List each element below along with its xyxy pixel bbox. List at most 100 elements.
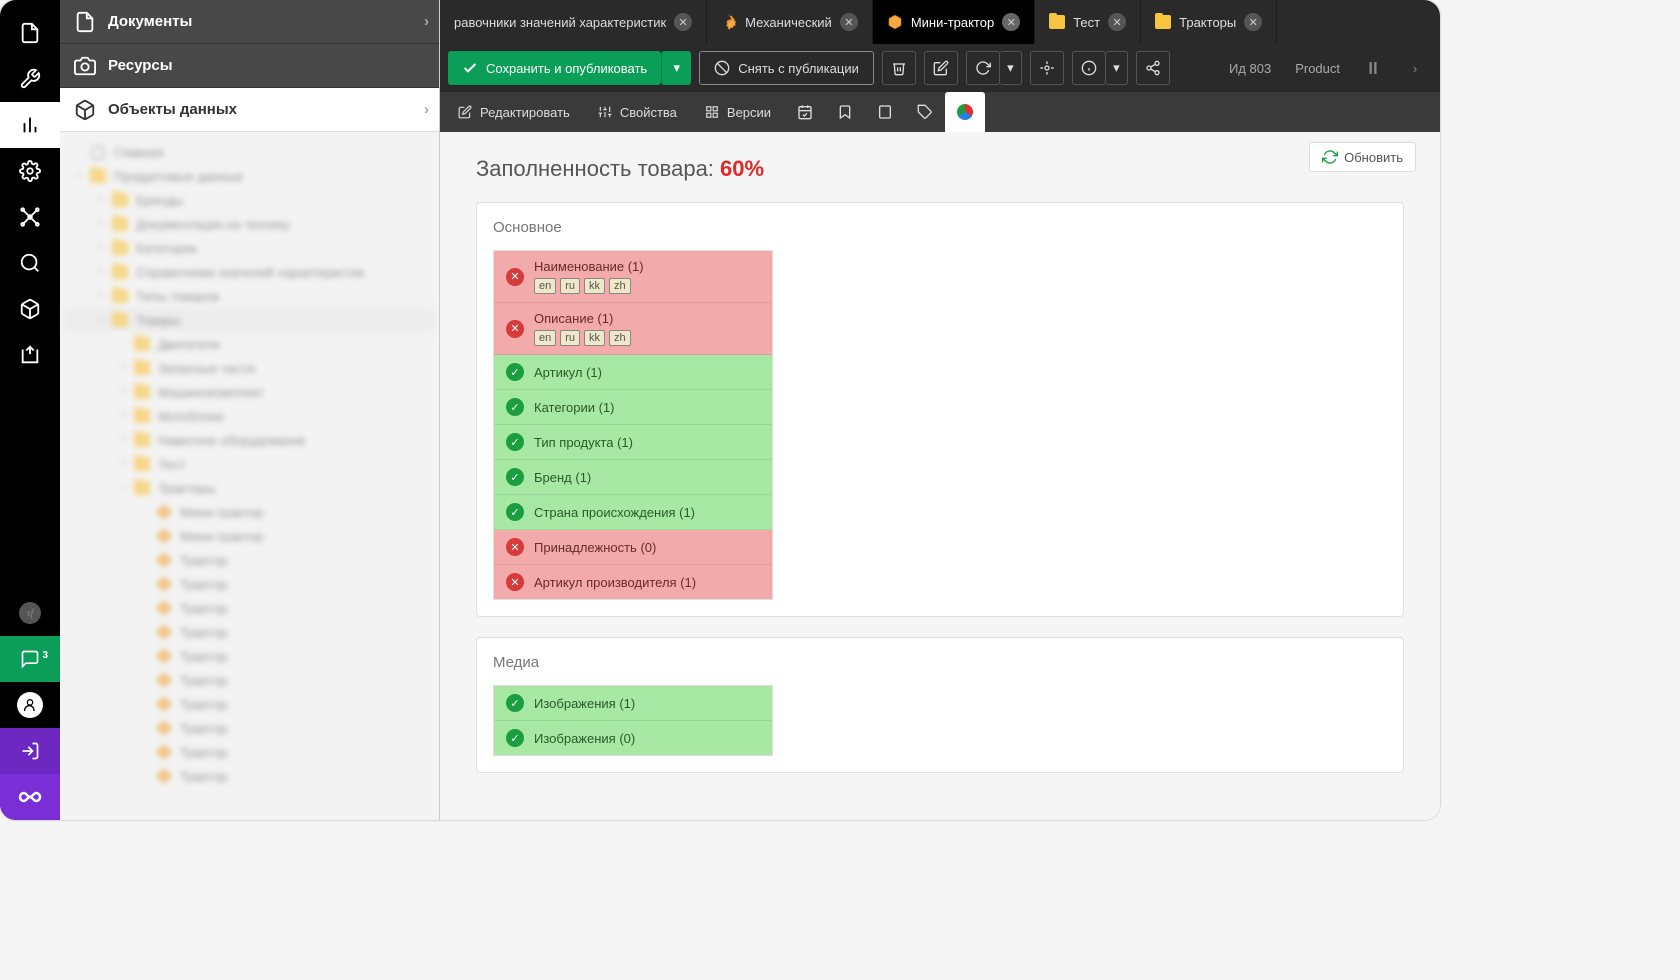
- editor-tab[interactable]: Механический✕: [707, 0, 873, 44]
- group-title: Медиа: [493, 654, 1387, 671]
- tree-node[interactable]: +Документация на технику: [64, 212, 435, 236]
- check-icon: ✓: [506, 398, 524, 416]
- wrench-icon[interactable]: [0, 56, 60, 102]
- subtab-versions[interactable]: Версии: [691, 92, 785, 132]
- editor-subtabs: Редактировать Свойства Версии: [440, 92, 1440, 132]
- subtab-bookmark[interactable]: [825, 92, 865, 132]
- save-label: Сохранить и опубликовать: [486, 61, 647, 76]
- field-row: ✓Артикул (1): [494, 355, 772, 390]
- close-icon[interactable]: ✕: [1244, 13, 1262, 31]
- completeness-title: Заполненность товара: 60%: [440, 132, 1440, 192]
- tree-node[interactable]: +Типы товаров: [64, 284, 435, 308]
- tree-node[interactable]: −Продуктовые данные: [64, 164, 435, 188]
- object-id: Ид 803: [1221, 61, 1279, 76]
- network-icon[interactable]: [0, 194, 60, 240]
- x-icon: ✕: [506, 268, 524, 286]
- tree-node[interactable]: Трактор: [64, 572, 435, 596]
- subtab-completeness[interactable]: [945, 92, 985, 132]
- save-dropdown-button[interactable]: ▾: [661, 51, 691, 85]
- editor-tab[interactable]: равочники значений характеристик✕: [440, 0, 707, 44]
- chevron-right-icon: ›: [424, 13, 429, 30]
- refresh-button[interactable]: Обновить: [1309, 142, 1416, 172]
- lang-tag: en: [534, 330, 556, 346]
- lang-tag: kk: [584, 330, 605, 346]
- x-icon: ✕: [506, 538, 524, 556]
- info-dropdown[interactable]: ▾: [1106, 51, 1128, 85]
- symfony-icon[interactable]: sf: [0, 590, 60, 636]
- rename-button[interactable]: [924, 51, 958, 85]
- subtab-edit[interactable]: Редактировать: [444, 92, 584, 132]
- check-icon: ✓: [506, 729, 524, 747]
- tree-node[interactable]: Трактор: [64, 548, 435, 572]
- tree-node[interactable]: +Бренды: [64, 188, 435, 212]
- chart-icon[interactable]: [0, 102, 60, 148]
- reload-button[interactable]: [966, 51, 1000, 85]
- tree-node[interactable]: +Категории: [64, 236, 435, 260]
- close-icon[interactable]: ✕: [1108, 13, 1126, 31]
- subtab-properties[interactable]: Свойства: [584, 92, 691, 132]
- field-row: ✓Изображения (1): [494, 686, 772, 721]
- target-button[interactable]: [1030, 51, 1064, 85]
- tree-node[interactable]: Трактор: [64, 716, 435, 740]
- editor-tab[interactable]: Тракторы✕: [1141, 0, 1277, 44]
- share-button[interactable]: [1136, 51, 1170, 85]
- tree-node[interactable]: Трактор: [64, 620, 435, 644]
- save-publish-button[interactable]: Сохранить и опубликовать: [448, 51, 661, 85]
- info-button[interactable]: [1072, 51, 1106, 85]
- reload-dropdown[interactable]: ▾: [1000, 51, 1022, 85]
- close-panel-icon[interactable]: ›: [1398, 51, 1432, 85]
- tree-node[interactable]: +Справочники значений характеристик: [64, 260, 435, 284]
- resources-header[interactable]: Ресурсы: [60, 44, 439, 88]
- tree-node[interactable]: −Товары: [64, 308, 435, 332]
- field-row: ✓Бренд (1): [494, 460, 772, 495]
- tree-node[interactable]: Двигатели: [64, 332, 435, 356]
- object-tree[interactable]: Главная−Продуктовые данные+Бренды+Докуме…: [60, 132, 439, 820]
- subtab-tags[interactable]: [905, 92, 945, 132]
- check-icon: ✓: [506, 363, 524, 381]
- tree-node[interactable]: −Тракторы: [64, 476, 435, 500]
- tree-node[interactable]: Трактор: [64, 644, 435, 668]
- cube-icon[interactable]: [0, 286, 60, 332]
- tree-node[interactable]: +Мотоблоки: [64, 404, 435, 428]
- tree-node[interactable]: +Запасные части: [64, 356, 435, 380]
- close-icon[interactable]: ✕: [1002, 13, 1020, 31]
- documents-header[interactable]: Документы ›: [60, 0, 439, 44]
- editor-tab[interactable]: Тест✕: [1035, 0, 1141, 44]
- gear-icon[interactable]: [0, 148, 60, 194]
- side-panel: Документы › Ресурсы Объекты данных › Гла…: [60, 0, 440, 820]
- main-area: равочники значений характеристик✕Механич…: [440, 0, 1440, 820]
- tree-node[interactable]: +Тест: [64, 452, 435, 476]
- logout-icon[interactable]: [0, 728, 60, 774]
- tree-node[interactable]: +Навесное оборудование: [64, 428, 435, 452]
- tree-node[interactable]: +Машинокомплект: [64, 380, 435, 404]
- chat-icon[interactable]: 3: [0, 636, 60, 682]
- close-icon[interactable]: ✕: [840, 13, 858, 31]
- action-toolbar: Сохранить и опубликовать ▾ Снять с публи…: [440, 44, 1440, 92]
- tree-node[interactable]: Мини-трактор: [64, 524, 435, 548]
- more-icon[interactable]: [1356, 51, 1390, 85]
- tree-node[interactable]: Трактор: [64, 596, 435, 620]
- tree-node[interactable]: Мини-трактор: [64, 500, 435, 524]
- tree-node[interactable]: Главная: [64, 140, 435, 164]
- data-objects-label: Объекты данных: [108, 101, 237, 118]
- x-icon: ✕: [506, 573, 524, 591]
- tree-node[interactable]: Трактор: [64, 740, 435, 764]
- x-icon: ✕: [506, 320, 524, 338]
- user-icon[interactable]: [0, 682, 60, 728]
- tree-node[interactable]: Трактор: [64, 692, 435, 716]
- unpublish-button[interactable]: Снять с публикации: [699, 51, 874, 85]
- delete-button[interactable]: [882, 51, 916, 85]
- tree-node[interactable]: Трактор: [64, 668, 435, 692]
- inbox-icon[interactable]: [0, 332, 60, 378]
- lang-tag: zh: [609, 278, 631, 294]
- search-icon[interactable]: [0, 240, 60, 286]
- tree-node[interactable]: Трактор: [64, 764, 435, 788]
- subtab-notes[interactable]: [865, 92, 905, 132]
- file-icon[interactable]: [0, 10, 60, 56]
- data-objects-header[interactable]: Объекты данных ›: [60, 88, 439, 132]
- infinity-icon[interactable]: [0, 774, 60, 820]
- editor-tab[interactable]: Мини-трактор✕: [873, 0, 1035, 44]
- close-icon[interactable]: ✕: [674, 13, 692, 31]
- icon-sidebar: sf 3: [0, 0, 60, 820]
- subtab-schedule[interactable]: [785, 92, 825, 132]
